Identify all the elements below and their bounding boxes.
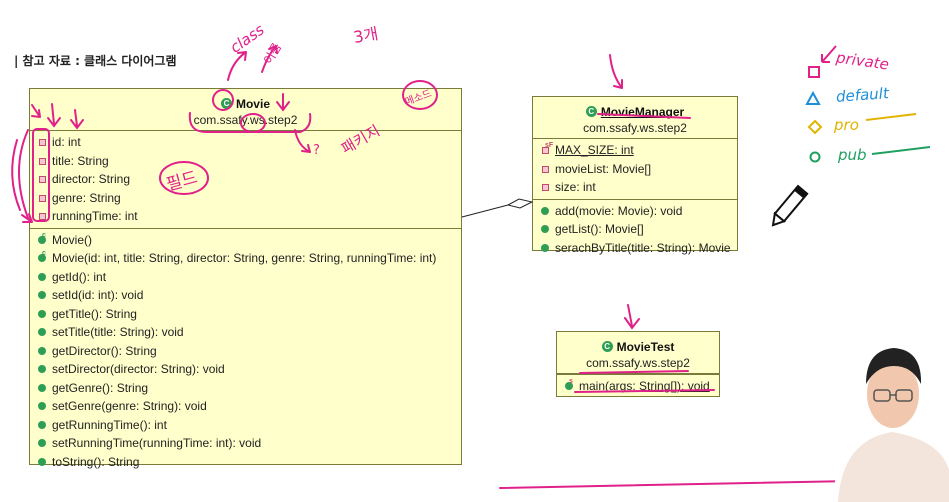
underline-main xyxy=(574,389,715,393)
underline-manager xyxy=(597,113,691,119)
ws-circle xyxy=(188,112,312,133)
public-marker-icon xyxy=(809,151,821,163)
label-class: class xyxy=(227,21,268,57)
label-package: 패키지 xyxy=(338,122,383,158)
circle-class-icon xyxy=(212,89,234,111)
label-name: 이름 xyxy=(261,41,284,67)
private-marker-icon xyxy=(808,66,820,78)
arrow-test xyxy=(624,304,640,330)
pen-marks xyxy=(11,45,901,489)
legend-default: default xyxy=(835,84,890,106)
public-line xyxy=(871,146,931,155)
arrow-field-3 xyxy=(70,109,84,130)
arrow-manager xyxy=(609,54,623,89)
private-arrow-icon xyxy=(821,45,837,63)
legend-protected: pro xyxy=(834,116,859,134)
arrow-down-name xyxy=(276,93,290,112)
bracket-fields xyxy=(11,129,29,219)
label-method: 메소드 xyxy=(403,87,433,108)
legend-public: pub xyxy=(838,146,867,164)
box-field-icons xyxy=(32,128,50,222)
label-three: 3개 xyxy=(352,24,380,47)
label-q: ? xyxy=(313,143,320,158)
circle-ws xyxy=(240,113,266,133)
default-marker-icon xyxy=(805,90,821,105)
label-field: 필드 xyxy=(164,168,199,195)
pencil-icon xyxy=(771,184,809,227)
protected-marker-icon xyxy=(807,119,823,135)
protected-line xyxy=(865,113,917,121)
arrow-q xyxy=(294,129,311,153)
arrow-field-1 xyxy=(31,104,41,118)
presenter-video xyxy=(835,340,949,502)
underline-package xyxy=(579,370,689,374)
ink-layer: class 이름 3개 패키지 ? 메소드 필드 xyxy=(11,21,949,502)
aggregation-association xyxy=(461,198,534,218)
arrow-field-2 xyxy=(47,103,61,128)
